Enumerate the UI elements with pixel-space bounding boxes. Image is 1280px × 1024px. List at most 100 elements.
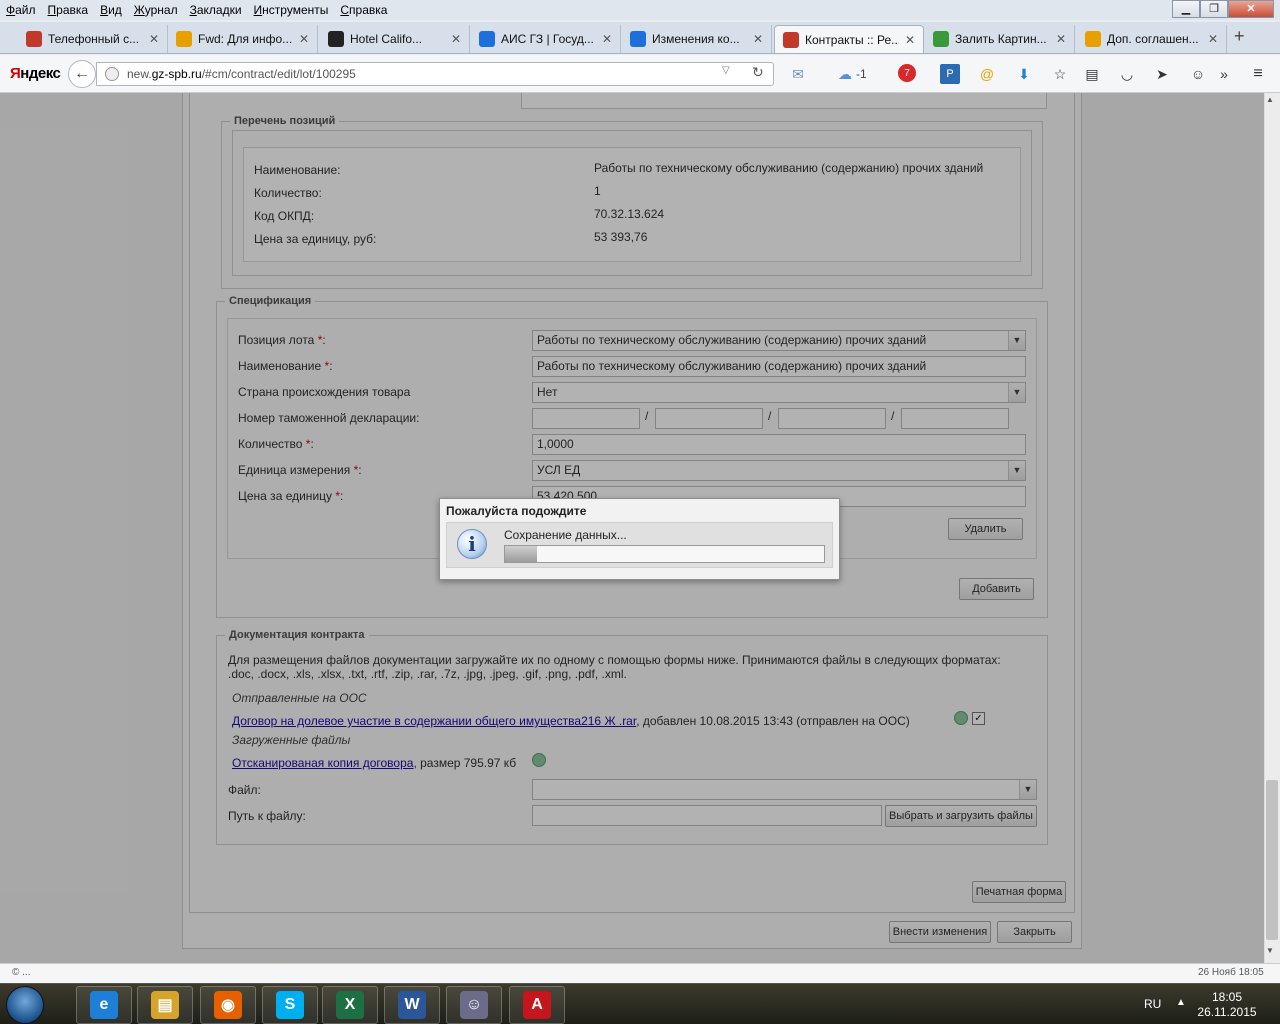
tab-bar: Телефонный с... ✕ Fwd: Для инфо... ✕ Hotel C… (0, 22, 1280, 54)
tab-label: Hotel Califo... (350, 32, 423, 46)
close-tab-icon[interactable]: ✕ (905, 33, 915, 47)
tab-label: Изменения ко... (652, 32, 740, 46)
taskbar-internet-explorer[interactable]: e (76, 986, 132, 1024)
gerb-icon (26, 31, 42, 47)
yandex-logo-rest: ндекс (20, 65, 61, 82)
back-button[interactable]: ← (68, 60, 96, 88)
system-clock[interactable]: 18:05 26.11.2015 (1192, 990, 1262, 1020)
tab-label: Контракты :: Ре... (805, 32, 899, 47)
mail-at-icon (176, 31, 192, 47)
internet-explorer-icon: e (90, 991, 118, 1019)
language-indicator[interactable]: RU (1144, 997, 1161, 1011)
browser-tab[interactable]: Залить Картин... ✕ (925, 25, 1075, 53)
bookmark-star-icon[interactable]: ☆ (1050, 64, 1070, 84)
mail-at-icon (1085, 31, 1101, 47)
minimize-button[interactable]: ▁ (1172, 0, 1200, 18)
weather-temperature: -1 (856, 67, 867, 81)
status-bar: © ... 26 Нояб 18:05 (0, 963, 1280, 983)
taskbar-firefox[interactable]: ◉ (200, 986, 256, 1024)
menu-view[interactable]: Вид (94, 3, 128, 17)
browser-tab[interactable]: Hotel Califo... ✕ (320, 25, 470, 53)
menu-edit[interactable]: Правка (42, 3, 95, 17)
help-icon (630, 31, 646, 47)
bookmarks-list-icon[interactable]: ▤ (1082, 64, 1102, 84)
please-wait-dialog: Пожалуйста подождите i Сохранение данных… (439, 498, 840, 580)
start-button[interactable] (6, 986, 44, 1024)
skype-icon: S (276, 991, 304, 1019)
status-right: 26 Нояб 18:05 (1198, 967, 1264, 978)
yandex-logo-first: Я (10, 65, 21, 82)
taskbar-acrobat[interactable]: A (509, 986, 565, 1024)
new-tab-button[interactable]: + (1234, 26, 1245, 47)
taskbar-user-app[interactable]: ☺ (446, 986, 502, 1024)
close-tab-icon[interactable]: ✕ (1208, 32, 1218, 46)
clock-date: 26.11.2015 (1197, 1005, 1257, 1019)
scroll-up-arrow-icon[interactable]: ▲ (1266, 95, 1274, 104)
weather-widget[interactable]: ☁ -1 (838, 64, 878, 84)
close-window-button[interactable]: ✕ (1228, 0, 1274, 18)
close-tab-icon[interactable]: ✕ (602, 32, 612, 46)
browser-tab[interactable]: Контракты :: Ре... ✕ (774, 25, 924, 53)
browser-tab[interactable]: Fwd: Для инфо... ✕ (168, 25, 318, 53)
word-icon: W (398, 991, 426, 1019)
maximize-button[interactable]: ❐ (1200, 0, 1228, 18)
menu-history[interactable]: Журнал (128, 3, 184, 17)
taskbar-skype[interactable]: S (262, 986, 318, 1024)
url-prefix: new. (127, 67, 152, 81)
pocket-icon[interactable]: ◡ (1117, 64, 1137, 84)
menu-bookmarks[interactable]: Закладки (184, 3, 248, 17)
cloud-icon: ☁ (838, 65, 852, 82)
yandex-logo[interactable]: Яндекс (10, 65, 61, 82)
user-app-icon: ☺ (460, 991, 488, 1019)
taskbar-file-explorer[interactable]: ▤ (137, 986, 193, 1024)
file-explorer-icon: ▤ (151, 991, 179, 1019)
url-host: gz-spb.ru (151, 67, 202, 81)
mail-icon[interactable]: ✉ (788, 64, 808, 84)
menu-help[interactable]: Справка (334, 3, 393, 17)
notifications-badge[interactable]: 7 (898, 64, 916, 82)
scrollbar-thumb[interactable] (1266, 780, 1278, 940)
show-hidden-icons-icon[interactable]: ▲ (1176, 997, 1186, 1008)
menu-tools[interactable]: Инструменты (248, 3, 335, 17)
saving-progress-bar (504, 545, 825, 563)
globe-icon (479, 31, 495, 47)
window-controls: ▁ ❐ ✕ (1172, 0, 1274, 18)
browser-tab[interactable]: Телефонный с... ✕ (18, 25, 168, 53)
tab-label: Телефонный с... (48, 32, 140, 46)
tools-icon (783, 31, 799, 48)
firefox-icon: ◉ (214, 991, 242, 1019)
url-bar[interactable]: new.gz-spb.ru/#cm/contract/edit/lot/1002… (96, 62, 774, 86)
download-icon[interactable]: ⬇ (1014, 64, 1034, 84)
browser-tab[interactable]: АИС ГЗ | Госуд... ✕ (471, 25, 621, 53)
navigation-bar: Яндекс ← new.gz-spb.ru/#cm/contract/edit… (0, 55, 1280, 93)
close-tab-icon[interactable]: ✕ (753, 32, 763, 46)
saving-progress-fill (505, 546, 537, 562)
close-tab-icon[interactable]: ✕ (149, 32, 159, 46)
url-dropdown-icon[interactable]: ▽ (722, 65, 730, 76)
close-tab-icon[interactable]: ✕ (1056, 32, 1066, 46)
close-tab-icon[interactable]: ✕ (451, 32, 461, 46)
clock-time: 18:05 (1211, 990, 1243, 1004)
taskbar-excel[interactable]: X (322, 986, 378, 1024)
mail-at-icon[interactable]: @ (977, 64, 997, 84)
browser-tab[interactable]: Изменения ко... ✕ (622, 25, 772, 53)
reload-icon[interactable]: ↻ (752, 64, 764, 81)
info-icon: i (457, 529, 487, 559)
image-icon (933, 31, 949, 47)
scroll-down-arrow-icon[interactable]: ▼ (1266, 946, 1274, 955)
tab-label: Fwd: Для инфо... (198, 32, 293, 46)
browser-tab[interactable]: Доп. соглашен... ✕ (1077, 25, 1227, 53)
extension-p-icon[interactable]: P (940, 64, 960, 84)
menu-file[interactable]: Файл (0, 3, 42, 17)
chat-icon[interactable]: ☺ (1188, 64, 1208, 84)
windows-taskbar: e ▤ ◉ S X W ☺ A RU ▲ 18:05 26.11.2015 (0, 983, 1280, 1024)
send-icon[interactable]: ➤ (1152, 64, 1172, 84)
taskbar-word[interactable]: W (384, 986, 440, 1024)
youtube-play-icon (328, 31, 344, 47)
acrobat-icon: A (523, 991, 551, 1019)
close-tab-icon[interactable]: ✕ (299, 32, 309, 46)
hamburger-menu-icon[interactable]: ≡ (1248, 64, 1268, 84)
tab-label: Залить Картин... (955, 32, 1047, 46)
more-arrow-icon[interactable]: » (1214, 64, 1234, 84)
excel-icon: X (336, 991, 364, 1019)
